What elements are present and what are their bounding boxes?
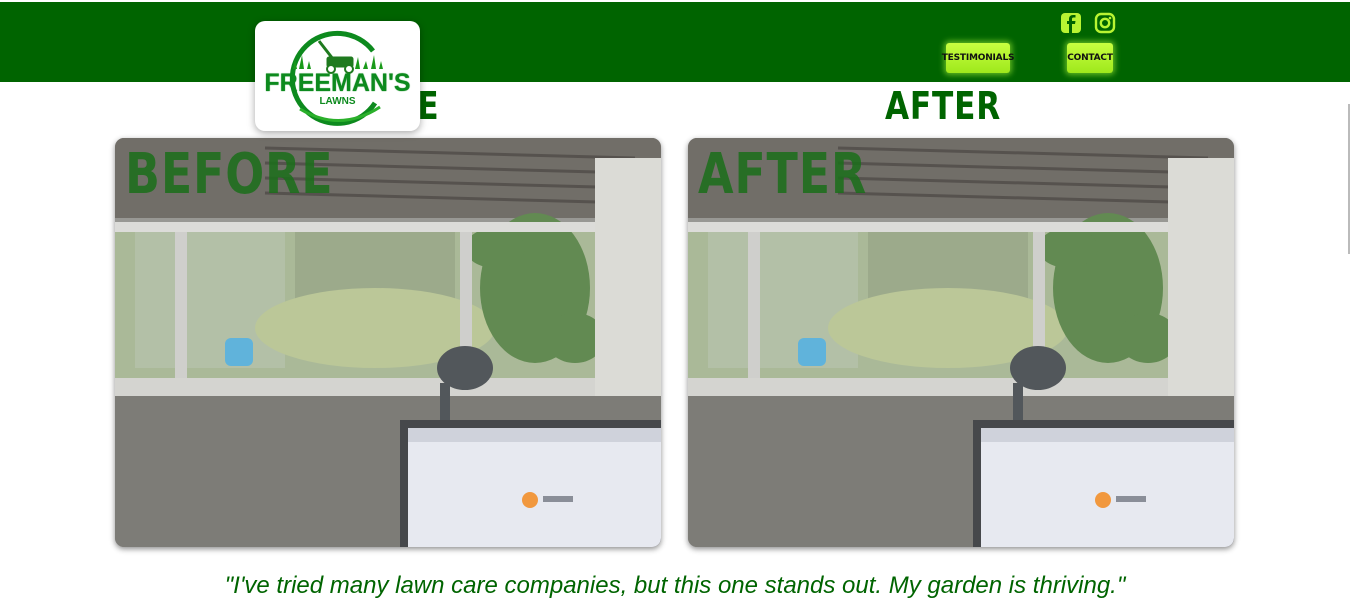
before-photo: BEFORE — [115, 138, 661, 547]
nav-contact-button[interactable]: CONTACT — [1067, 43, 1113, 73]
after-photo: AFTER — [688, 138, 1234, 547]
facebook-icon[interactable] — [1060, 12, 1082, 34]
after-heading: AFTER — [884, 84, 1002, 128]
testimonial-quote: "I've tried many lawn care companies, bu… — [224, 572, 1126, 599]
after-overlay-label: AFTER — [698, 142, 868, 207]
social-links — [1060, 12, 1116, 34]
before-overlay-label: BEFORE — [125, 142, 334, 207]
logo-title: FREEMAN'S — [264, 69, 411, 97]
site-header — [0, 2, 1350, 82]
logo-subtitle: LAWNS — [319, 96, 356, 107]
instagram-icon[interactable] — [1094, 12, 1116, 34]
logo[interactable]: FREEMAN'S LAWNS — [255, 21, 420, 131]
nav-testimonials-button[interactable]: TESTIMONIALS — [942, 43, 1014, 73]
